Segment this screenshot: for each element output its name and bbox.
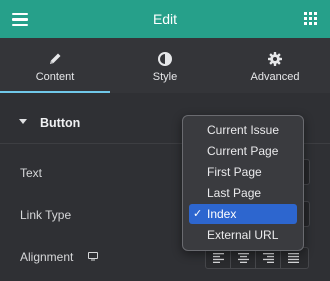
tab-content-label: Content (35, 71, 75, 83)
align-justify-icon (288, 253, 299, 263)
half-circle-icon (158, 52, 172, 66)
option-label: Last Page (207, 186, 262, 200)
option-current-issue[interactable]: Current Issue (189, 120, 297, 140)
align-center-icon (238, 253, 249, 263)
pencil-icon (50, 53, 61, 64)
editor-tabs: Content Style Advanced (0, 38, 330, 93)
section-title: Button (40, 116, 81, 130)
panel-title: Edit (152, 11, 178, 27)
grid-icon[interactable] (304, 12, 317, 25)
option-label: External URL (207, 228, 279, 242)
checkmark-icon: ✓ (193, 208, 203, 220)
option-last-page[interactable]: Last Page (189, 183, 297, 203)
option-current-page[interactable]: Current Page (189, 141, 297, 161)
align-left-icon (213, 253, 224, 263)
tab-advanced-label: Advanced (250, 71, 300, 83)
option-label: Current Page (207, 144, 279, 158)
option-first-page[interactable]: First Page (189, 162, 297, 182)
monitor-icon[interactable] (88, 252, 98, 261)
link-type-dropdown-menu: Current Issue Current Page First Page La… (182, 115, 304, 251)
gear-icon (268, 52, 282, 66)
caret-down-icon (19, 119, 27, 124)
option-external-url[interactable]: External URL (189, 225, 297, 245)
editor-header: Edit (0, 0, 330, 38)
option-label: First Page (207, 165, 262, 179)
option-index[interactable]: ✓ Index (189, 204, 297, 224)
tab-style[interactable]: Style (110, 38, 220, 93)
align-left-button[interactable] (206, 248, 231, 268)
text-label: Text (20, 166, 43, 180)
link-type-label: Link Type (20, 208, 72, 222)
align-right-icon (263, 253, 274, 263)
alignment-label: Alignment (20, 250, 74, 264)
tab-style-label: Style (152, 71, 178, 83)
option-label: Index (207, 207, 237, 221)
tab-advanced[interactable]: Advanced (220, 38, 330, 93)
option-label: Current Issue (207, 123, 280, 137)
align-right-button[interactable] (256, 248, 281, 268)
align-center-button[interactable] (231, 248, 256, 268)
tab-content[interactable]: Content (0, 38, 110, 93)
align-justify-button[interactable] (281, 248, 306, 268)
